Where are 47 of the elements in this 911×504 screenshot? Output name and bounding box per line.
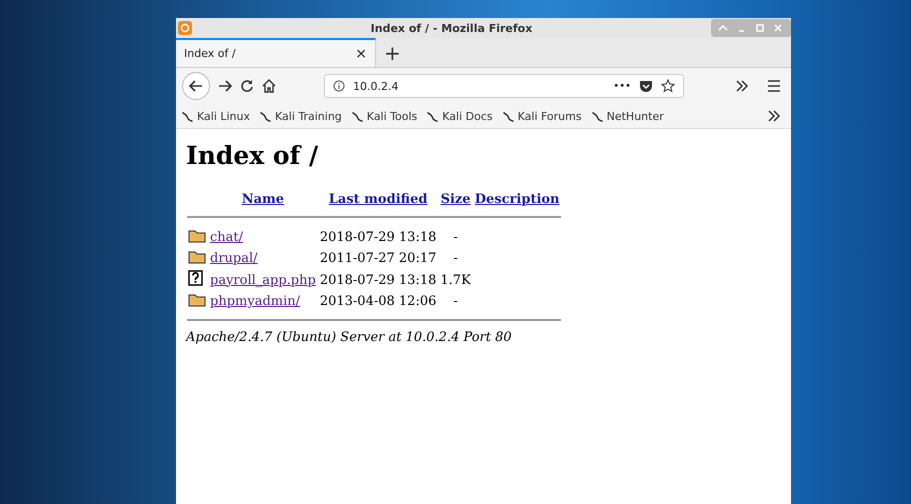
- forward-icon[interactable]: [218, 79, 232, 93]
- info-icon: [333, 80, 345, 92]
- size-cell-text: -: [452, 250, 459, 268]
- page-heading: Index of /: [186, 141, 320, 170]
- bookmark-link[interactable]: Kali Tools: [352, 110, 418, 122]
- overflow-chevron-icon[interactable]: [735, 80, 749, 92]
- back-arrow-icon[interactable]: [189, 79, 203, 93]
- modified-cell-text: 2013-04-08 12:06: [318, 293, 438, 311]
- bookmark-link[interactable]: Kali Linux: [182, 110, 250, 122]
- page-actions-button[interactable]: •••: [613, 80, 631, 92]
- back-button[interactable]: [182, 72, 210, 100]
- new-tab-button[interactable]: +: [376, 38, 409, 67]
- bookmark-link[interactable]: Kali Training: [260, 110, 342, 122]
- bookmark-link[interactable]: NetHunter: [592, 110, 664, 122]
- reload-icon[interactable]: [240, 79, 254, 93]
- file-link[interactable]: chat/: [210, 230, 244, 245]
- home-icon[interactable]: [262, 79, 276, 93]
- size-cell-text: -: [452, 293, 459, 311]
- close-tab-button[interactable]: ×: [355, 46, 367, 62]
- modified-cell-text: 2011-07-27 20:17: [318, 250, 438, 268]
- menu-icon[interactable]: [767, 80, 781, 92]
- folder-icon: [188, 249, 206, 264]
- modified-cell-text: 2018-07-29 13:18: [318, 229, 438, 247]
- size-cell-text: -: [452, 229, 459, 247]
- star-icon[interactable]: [661, 79, 675, 93]
- bookmark-link[interactable]: Kali Forums: [502, 110, 582, 122]
- column-header-link[interactable]: Name: [242, 192, 284, 207]
- modified-cell-text: 2018-07-29 13:18: [318, 272, 438, 290]
- folder-icon: [188, 228, 206, 243]
- window-title: Index of / - Mozilla Firefox: [370, 22, 534, 34]
- file-link[interactable]: drupal/: [210, 251, 258, 266]
- unknown-file-icon: [188, 270, 203, 286]
- pocket-icon[interactable]: [639, 80, 653, 92]
- overflow-chevron-icon[interactable]: [767, 110, 781, 122]
- column-header-link[interactable]: Size: [440, 192, 471, 207]
- server-signature: Apache/2.4.7 (Ubuntu) Server at 10.0.2.4 Port 80: [186, 330, 513, 345]
- file-link[interactable]: phpmyadmin/: [210, 294, 300, 309]
- folder-icon: [188, 292, 206, 307]
- url-text: 10.0.2.4: [353, 80, 400, 92]
- column-header-link[interactable]: Description: [474, 192, 560, 207]
- bookmark-link[interactable]: Kali Docs: [427, 110, 493, 122]
- column-header-link[interactable]: Last modified: [328, 192, 428, 207]
- size-cell-text: 1.7K: [439, 272, 472, 290]
- file-link[interactable]: payroll_app.php: [210, 272, 316, 288]
- address-bar[interactable]: 10.0.2.4 •••: [324, 74, 684, 98]
- browser-tab[interactable]: Index of / ×: [176, 38, 376, 67]
- browser-logo-icon: [178, 21, 192, 35]
